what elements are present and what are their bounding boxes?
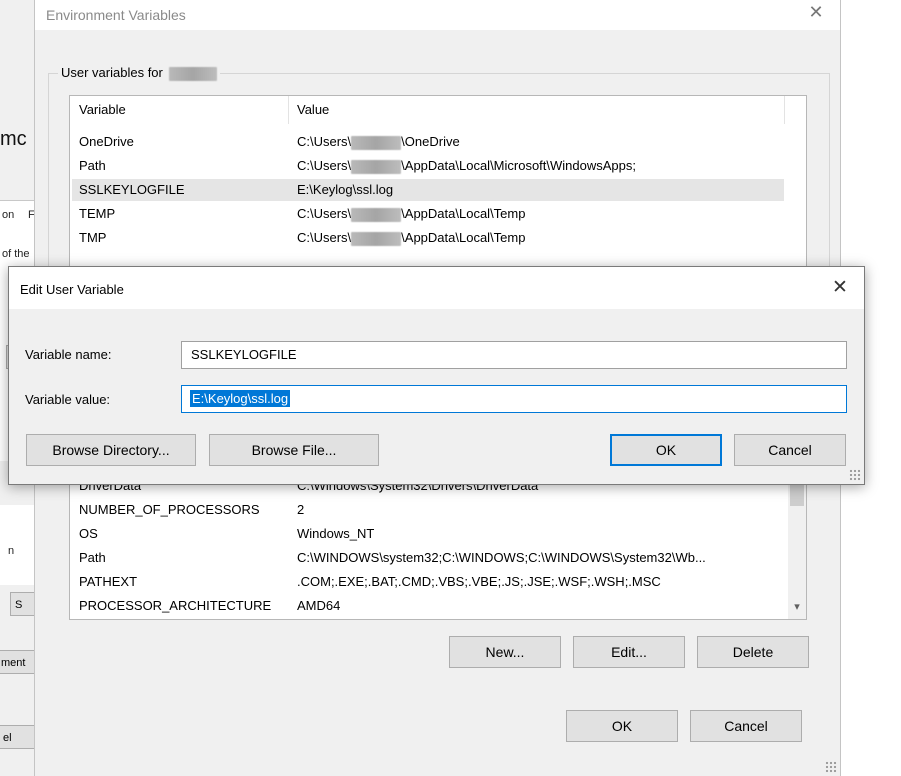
variable-value: AMD64: [297, 598, 341, 613]
variable-name: Path: [79, 550, 106, 565]
delete-system-variable-button[interactable]: Delete: [697, 636, 809, 668]
variable-name-value: SSLKEYLOGFILE: [191, 347, 297, 362]
column-separator[interactable]: [784, 96, 785, 124]
list-item[interactable]: OS Windows_NT: [72, 523, 784, 545]
redacted-username: [351, 231, 402, 246]
list-item[interactable]: Path C:\WINDOWS\system32;C:\WINDOWS;C:\W…: [72, 547, 784, 569]
list-item[interactable]: PATHEXT .COM;.EXE;.BAT;.CMD;.VBS;.VBE;.J…: [72, 571, 784, 593]
variable-value-selected-text: E:\Keylog\ssl.log: [190, 390, 291, 407]
variable-value: C:\WINDOWS\system32;C:\WINDOWS;C:\WINDOW…: [297, 550, 706, 565]
list-item[interactable]: NUMBER_OF_PROCESSORS 2: [72, 499, 784, 521]
variable-name: OneDrive: [79, 134, 134, 149]
variable-value: .COM;.EXE;.BAT;.CMD;.VBS;.VBE;.JS;.JSE;.…: [297, 574, 661, 589]
edit-user-variable-dialog: Edit User Variable ✕ Variable name: SSLK…: [8, 266, 865, 485]
variable-name: TMP: [79, 230, 107, 245]
user-variables-label-text: User variables for: [61, 65, 163, 80]
bg-window-title: mc: [0, 128, 27, 150]
variable-value: C:\Users\ \AppData\Local\Microsoft\Window…: [297, 158, 636, 174]
close-icon[interactable]: ✕: [804, 2, 828, 23]
variable-name-field[interactable]: SSLKEYLOGFILE: [181, 341, 847, 369]
bg-text-1: of the: [2, 248, 30, 260]
list-item-selected[interactable]: SSLKEYLOGFILE E:\Keylog\ssl.log: [72, 179, 784, 201]
variable-name: PATHEXT: [79, 574, 138, 589]
variable-name-label: Variable name:: [25, 347, 112, 362]
redacted-username: [351, 159, 402, 174]
variable-value: Windows_NT: [297, 526, 375, 541]
edit-system-variable-button[interactable]: Edit...: [573, 636, 685, 668]
variable-value: C:\Users\ \AppData\Local\Temp: [297, 230, 526, 246]
browse-directory-button[interactable]: Browse Directory...: [26, 434, 196, 466]
variable-name: SSLKEYLOGFILE: [79, 182, 185, 197]
scrollbar-thumb[interactable]: [790, 484, 804, 506]
edit-dialog-title: Edit User Variable: [20, 282, 124, 297]
new-system-variable-button[interactable]: New...: [449, 636, 561, 668]
resize-grip-icon[interactable]: [849, 469, 861, 481]
variable-value-field[interactable]: E:\Keylog\ssl.log: [181, 385, 847, 413]
variable-value: C:\Users\ \OneDrive: [297, 134, 460, 150]
list-item[interactable]: TMP C:\Users\ \AppData\Local\Temp: [72, 227, 784, 249]
resize-grip-icon[interactable]: [825, 761, 837, 773]
env-dialog-title: Environment Variables: [46, 7, 186, 23]
edit-titlebar: Edit User Variable ✕: [9, 267, 864, 309]
variable-name: NUMBER_OF_PROCESSORS: [79, 502, 260, 517]
bg-tab-1[interactable]: on: [2, 209, 14, 221]
edit-ok-button[interactable]: OK: [610, 434, 722, 466]
scroll-down-icon[interactable]: ▾: [788, 600, 806, 613]
redacted-username: [351, 207, 402, 222]
redacted-username: [168, 66, 217, 81]
edit-cancel-button[interactable]: Cancel: [734, 434, 846, 466]
variable-value: C:\Users\ \AppData\Local\Temp: [297, 206, 526, 222]
variable-value: E:\Keylog\ssl.log: [297, 182, 394, 197]
env-cancel-button[interactable]: Cancel: [690, 710, 802, 742]
list-item[interactable]: PROCESSOR_ARCHITECTURE AMD64: [72, 595, 784, 617]
user-list-header: Variable Value: [70, 96, 806, 124]
bg-cancel-button[interactable]: el: [0, 725, 38, 749]
column-separator[interactable]: [288, 96, 289, 124]
variable-name: PROCESSOR_ARCHITECTURE: [79, 598, 272, 613]
list-item[interactable]: Path C:\Users\ \AppData\Local\Microsoft\W…: [72, 155, 784, 177]
close-icon[interactable]: ✕: [828, 276, 852, 299]
variable-name: Path: [79, 158, 106, 173]
env-ok-button[interactable]: OK: [566, 710, 678, 742]
variable-name: OS: [79, 526, 98, 541]
browse-file-button[interactable]: Browse File...: [209, 434, 379, 466]
variable-name: TEMP: [79, 206, 116, 221]
list-item[interactable]: OneDrive C:\Users\ \OneDrive: [72, 131, 784, 153]
variable-value-label: Variable value:: [25, 392, 111, 407]
variable-value: 2: [297, 502, 305, 517]
user-variables-list[interactable]: Variable Value OneDrive C:\Users\ \OneDri…: [69, 95, 807, 270]
list-item[interactable]: TEMP C:\Users\ \AppData\Local\Temp: [72, 203, 784, 225]
redacted-username: [351, 135, 402, 150]
user-variables-label: User variables for: [58, 65, 220, 81]
column-header-value[interactable]: Value: [297, 102, 329, 117]
env-titlebar: Environment Variables ✕: [35, 0, 840, 30]
bg-text-3: n: [8, 545, 15, 557]
column-header-variable[interactable]: Variable: [79, 102, 126, 117]
